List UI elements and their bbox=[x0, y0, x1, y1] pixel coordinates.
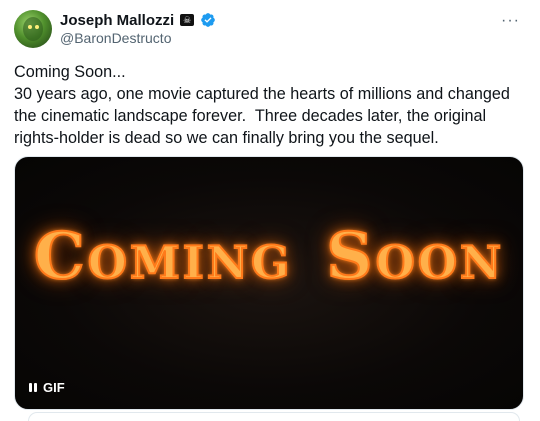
tweet-text: Coming Soon... 30 years ago, one movie c… bbox=[14, 63, 510, 147]
marquee-word: Soon bbox=[325, 218, 505, 295]
marquee-sign: Coming Soon bbox=[15, 218, 523, 295]
gif-play-toggle[interactable]: GIF bbox=[29, 380, 65, 395]
avatar-eye bbox=[35, 25, 39, 29]
avatar-face bbox=[23, 17, 43, 41]
more-options-icon[interactable]: ··· bbox=[501, 12, 520, 30]
avatar[interactable] bbox=[14, 10, 52, 48]
verified-badge-icon bbox=[201, 13, 216, 27]
pirate-flag-icon: ☠ bbox=[180, 14, 195, 26]
pause-icon bbox=[29, 383, 37, 392]
avatar-eye bbox=[28, 25, 32, 29]
quoted-card-edge bbox=[28, 412, 520, 421]
author-display-name[interactable]: Joseph Mallozzi bbox=[60, 12, 174, 29]
author-name-row: Joseph Mallozzi ☠ bbox=[60, 10, 216, 30]
media-gif[interactable]: Coming Soon GIF bbox=[14, 156, 524, 410]
gif-label: GIF bbox=[43, 380, 65, 395]
marquee-word: Coming bbox=[33, 218, 293, 295]
author-handle[interactable]: @BaronDestructo bbox=[60, 30, 171, 46]
